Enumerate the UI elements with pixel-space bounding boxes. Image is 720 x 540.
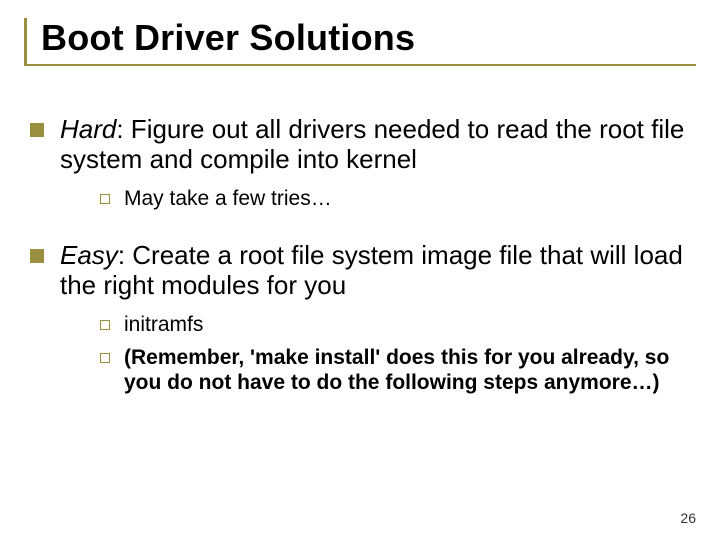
bullet-level1: Hard: Figure out all drivers needed to r…	[30, 114, 690, 175]
bullet-level2: May take a few tries…	[100, 187, 690, 212]
bullet-text: Easy: Create a root file system image fi…	[60, 240, 690, 301]
bullet-rest: : Figure out all drivers needed to read …	[60, 114, 684, 175]
title-rule: Boot Driver Solutions	[24, 18, 696, 66]
sub-bullet-text: May take a few tries…	[124, 187, 690, 212]
slide-body: Hard: Figure out all drivers needed to r…	[30, 114, 690, 396]
bullet-level1: Easy: Create a root file system image fi…	[30, 240, 690, 301]
sub-bullet-list: initramfs (Remember, 'make install' does…	[100, 313, 690, 395]
bullet-lead: Hard	[60, 114, 116, 144]
slide: Boot Driver Solutions Hard: Figure out a…	[0, 0, 720, 540]
slide-title: Boot Driver Solutions	[41, 18, 696, 58]
bullet-lead: Easy	[60, 240, 118, 270]
hollow-square-bullet-icon	[100, 353, 110, 363]
bullet-rest: : Create a root file system image file t…	[60, 240, 683, 301]
sub-bullet-text: initramfs	[124, 313, 690, 338]
square-bullet-icon	[30, 249, 44, 263]
page-number: 26	[680, 510, 696, 526]
sub-bullet-text: (Remember, 'make install' does this for …	[124, 346, 690, 396]
bullet-level2: (Remember, 'make install' does this for …	[100, 346, 690, 396]
sub-bullet-list: May take a few tries…	[100, 187, 690, 212]
bullet-text: Hard: Figure out all drivers needed to r…	[60, 114, 690, 175]
hollow-square-bullet-icon	[100, 194, 110, 204]
hollow-square-bullet-icon	[100, 320, 110, 330]
bullet-level2: initramfs	[100, 313, 690, 338]
square-bullet-icon	[30, 123, 44, 137]
